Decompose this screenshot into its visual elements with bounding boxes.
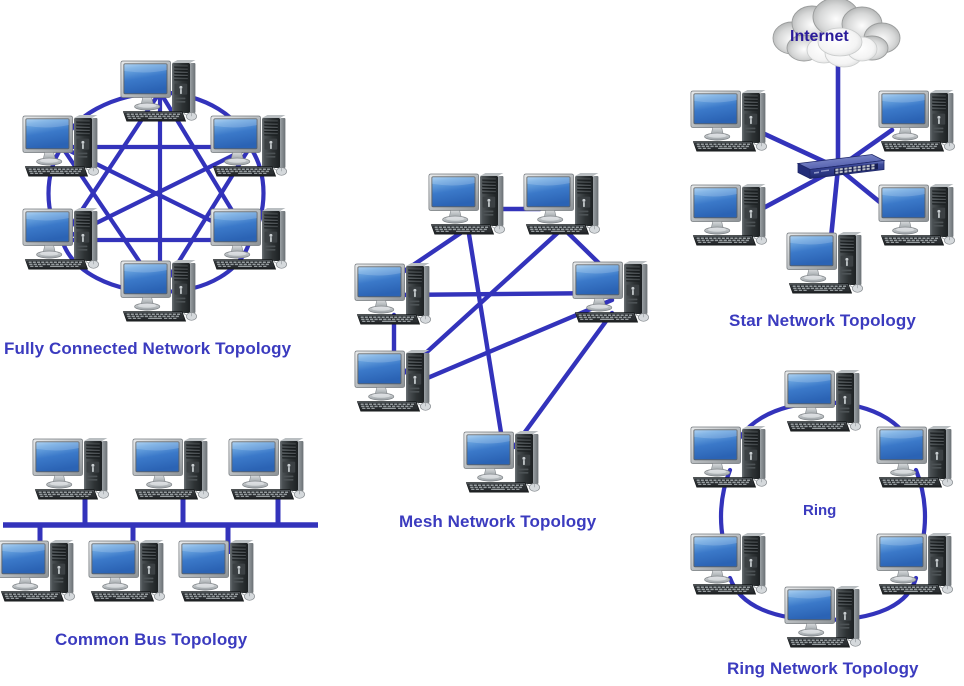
internet-cloud-label: Internet xyxy=(790,28,849,45)
star-nodes xyxy=(690,89,956,294)
diagram-canvas: Internet Fully Connected Network Topolog… xyxy=(0,0,964,686)
caption-bus: Common Bus Topology xyxy=(55,630,248,649)
fully-connected-topology xyxy=(22,59,288,322)
computer-node[interactable] xyxy=(784,585,862,648)
computer-node[interactable] xyxy=(88,539,166,602)
computer-node[interactable] xyxy=(428,172,506,235)
computer-node[interactable] xyxy=(463,430,541,493)
computer-node[interactable] xyxy=(876,532,954,595)
computer-node[interactable] xyxy=(210,207,288,270)
mesh-topology xyxy=(354,172,650,493)
computer-node[interactable] xyxy=(354,262,432,325)
computer-node[interactable] xyxy=(876,425,954,488)
computer-node[interactable] xyxy=(523,172,601,235)
computer-node[interactable] xyxy=(878,183,956,246)
computer-node[interactable] xyxy=(32,437,110,500)
computer-node[interactable] xyxy=(228,437,306,500)
caption-mesh: Mesh Network Topology xyxy=(399,512,597,531)
computer-node[interactable] xyxy=(178,539,256,602)
network-switch-icon[interactable] xyxy=(797,154,885,179)
computer-node[interactable] xyxy=(0,539,76,602)
caption-ring: Ring Network Topology xyxy=(727,659,919,678)
computer-node[interactable] xyxy=(120,259,198,322)
ring-center-label: Ring xyxy=(803,502,837,519)
computer-node[interactable] xyxy=(786,231,864,294)
computer-node[interactable] xyxy=(690,532,768,595)
computer-node[interactable] xyxy=(22,207,100,270)
computer-node[interactable] xyxy=(690,89,768,152)
star-links xyxy=(753,49,895,251)
computer-node[interactable] xyxy=(878,89,956,152)
computer-node[interactable] xyxy=(22,114,100,177)
bus-topology xyxy=(0,437,318,602)
computer-node[interactable] xyxy=(210,114,288,177)
computer-node[interactable] xyxy=(120,59,198,122)
computer-node[interactable] xyxy=(132,437,210,500)
computer-node[interactable] xyxy=(690,183,768,246)
computer-node[interactable] xyxy=(572,260,650,323)
mesh-nodes xyxy=(354,172,650,493)
bus-nodes xyxy=(0,437,306,602)
computer-node[interactable] xyxy=(784,369,862,432)
caption-fully-connected: Fully Connected Network Topology xyxy=(4,339,292,358)
computer-node[interactable] xyxy=(690,425,768,488)
mesh-links xyxy=(391,206,615,450)
caption-star: Star Network Topology xyxy=(729,311,916,330)
computer-node[interactable] xyxy=(354,349,432,412)
